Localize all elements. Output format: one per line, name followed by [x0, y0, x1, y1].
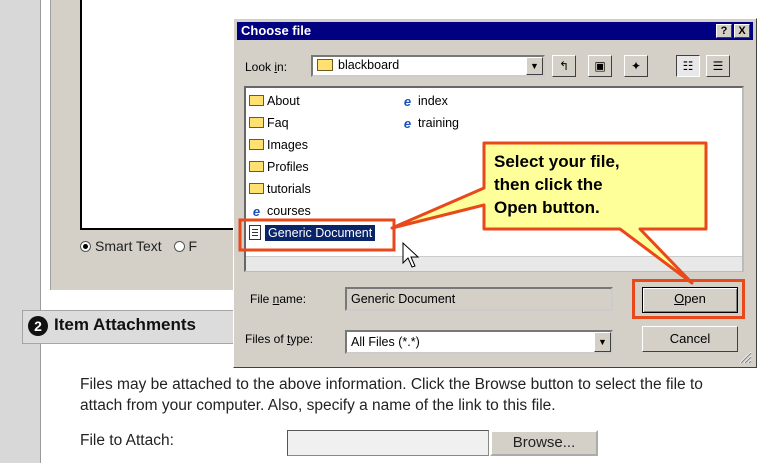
- details-view-button[interactable]: ☰: [706, 55, 730, 77]
- close-button[interactable]: X: [734, 24, 750, 38]
- folder-icon: [249, 95, 264, 107]
- radio-unselected-icon: [173, 240, 185, 252]
- left-margin-bar: [0, 0, 41, 463]
- close-icon: X: [738, 25, 746, 37]
- help-icon: ?: [720, 25, 728, 37]
- dialog-titlebar[interactable]: [237, 22, 753, 40]
- web-page-icon: e: [252, 204, 261, 220]
- desktop-icon: ▣: [594, 59, 606, 73]
- document-icon: [249, 225, 261, 241]
- look-in-value: blackboard: [338, 58, 400, 72]
- selected-list-item[interactable]: Generic Document: [249, 224, 377, 246]
- new-folder-button[interactable]: ✦: [624, 55, 648, 77]
- list-item[interactable]: e training: [400, 116, 459, 131]
- list-item[interactable]: tutorials: [249, 182, 311, 196]
- folder-icon: [249, 183, 264, 195]
- files-of-type-label: Files of type:: [245, 332, 314, 346]
- radio-smart-text[interactable]: Smart Text: [80, 238, 162, 254]
- list-item[interactable]: Faq: [249, 116, 289, 130]
- section-title: Item Attachments: [54, 315, 197, 334]
- list-item[interactable]: Profiles: [249, 160, 309, 174]
- folder-icon: [249, 161, 264, 173]
- radio-selected-icon: [80, 240, 91, 252]
- callout-text: Select your file, then click the Open bu…: [494, 152, 620, 217]
- desktop-button[interactable]: ▣: [588, 55, 612, 77]
- folder-icon: [249, 139, 264, 151]
- help-button[interactable]: ?: [716, 24, 732, 38]
- cancel-button[interactable]: Cancel: [642, 326, 738, 352]
- dialog-title: Choose file: [241, 23, 312, 38]
- details-view-icon: ☰: [712, 59, 724, 73]
- resize-grip-icon[interactable]: [738, 350, 752, 364]
- list-item[interactable]: e index: [400, 94, 448, 109]
- up-one-level-icon: ↰: [558, 59, 570, 73]
- look-in-label: Look in:: [245, 60, 288, 74]
- web-page-icon: e: [403, 116, 412, 132]
- step-number-badge: 2: [28, 316, 48, 336]
- web-page-icon: e: [403, 94, 412, 110]
- up-one-level-button[interactable]: ↰: [552, 55, 576, 77]
- list-item[interactable]: e courses: [249, 204, 311, 219]
- format-radio-group: Smart Text F: [80, 238, 250, 258]
- new-folder-icon: ✦: [630, 59, 642, 73]
- list-view-button[interactable]: ☷: [676, 55, 700, 77]
- files-of-type-select[interactable]: All Files (*.*): [345, 330, 613, 354]
- selected-file-label: Generic Document: [263, 224, 377, 242]
- open-button-highlight: [632, 279, 745, 319]
- file-to-attach-label: File to Attach:: [80, 432, 174, 449]
- attachment-description: Files may be attached to the above infor…: [80, 376, 703, 414]
- file-name-label: File name:: [250, 292, 307, 306]
- file-name-input[interactable]: Generic Document: [345, 287, 613, 311]
- file-to-attach-input[interactable]: [287, 430, 489, 456]
- chevron-down-icon[interactable]: ▼: [594, 332, 611, 352]
- list-item[interactable]: About: [249, 94, 300, 108]
- folder-open-icon: [317, 59, 333, 71]
- chevron-down-icon[interactable]: ▼: [526, 57, 543, 75]
- browse-button[interactable]: Browse...: [490, 430, 598, 456]
- radio-option-f[interactable]: F: [173, 238, 197, 254]
- list-item[interactable]: Images: [249, 138, 308, 152]
- folder-icon: [249, 117, 264, 129]
- horizontal-scrollbar[interactable]: [246, 256, 742, 271]
- list-view-icon: ☷: [682, 59, 694, 73]
